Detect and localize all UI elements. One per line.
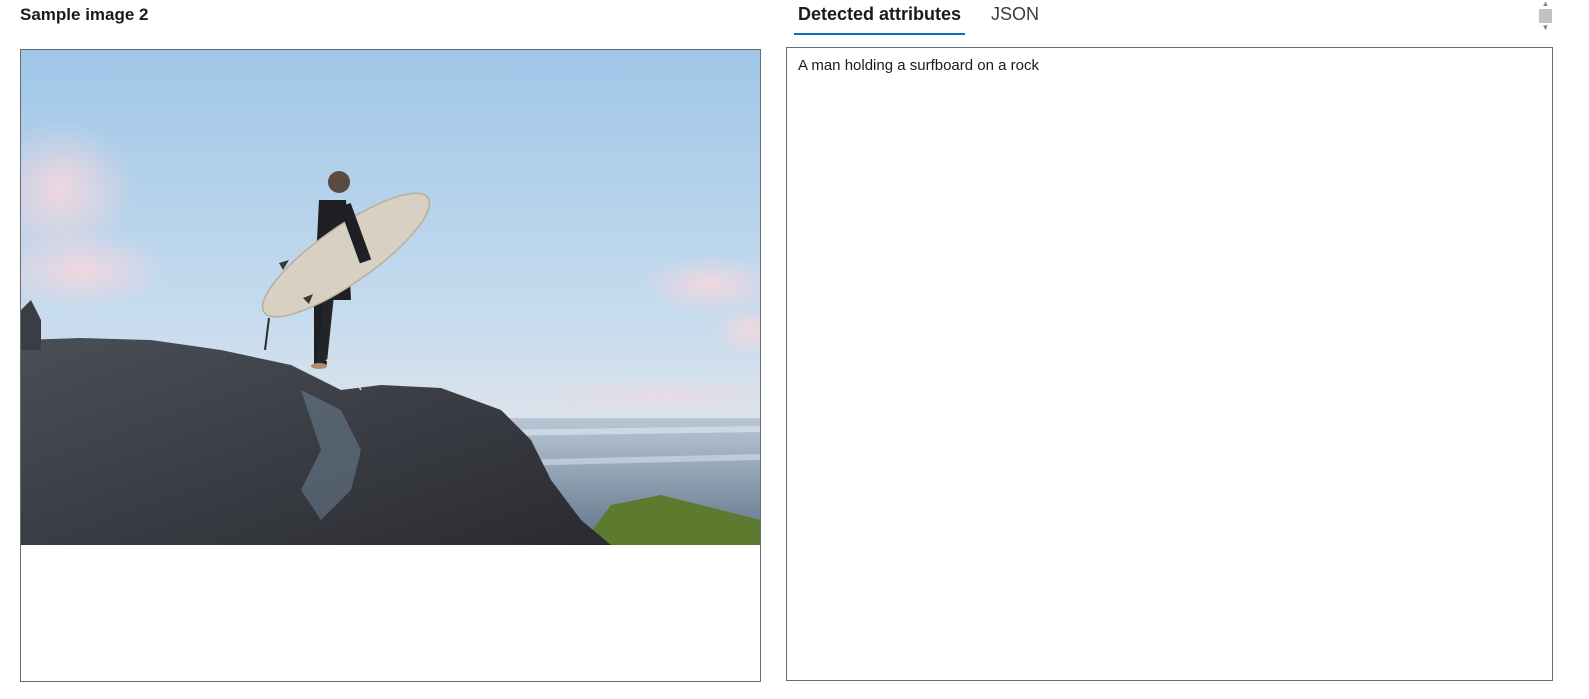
caption-text: A man holding a surfboard on a rock (798, 57, 1039, 74)
detected-attributes-panel: A man holding a surfboard on a rock (786, 47, 1553, 681)
tab-detected-attributes[interactable]: Detected attributes (794, 0, 966, 35)
image-analysis-page: Sample image 2 Detected attributes JSON … (0, 0, 1589, 699)
sample-title: Sample image 2 (20, 5, 149, 24)
sample-image (21, 50, 760, 545)
tab-json[interactable]: JSON (987, 0, 1043, 30)
scrollbar-thumb[interactable] (1539, 9, 1552, 23)
chevron-down-icon[interactable]: ▼ (1538, 24, 1553, 32)
chevron-up-icon[interactable]: ▲ (1538, 0, 1553, 8)
result-tabs: Detected attributes JSON (794, 0, 1043, 36)
vertical-scrollbar[interactable]: ▲ ▼ (1538, 0, 1553, 36)
sample-image-frame (20, 49, 761, 682)
